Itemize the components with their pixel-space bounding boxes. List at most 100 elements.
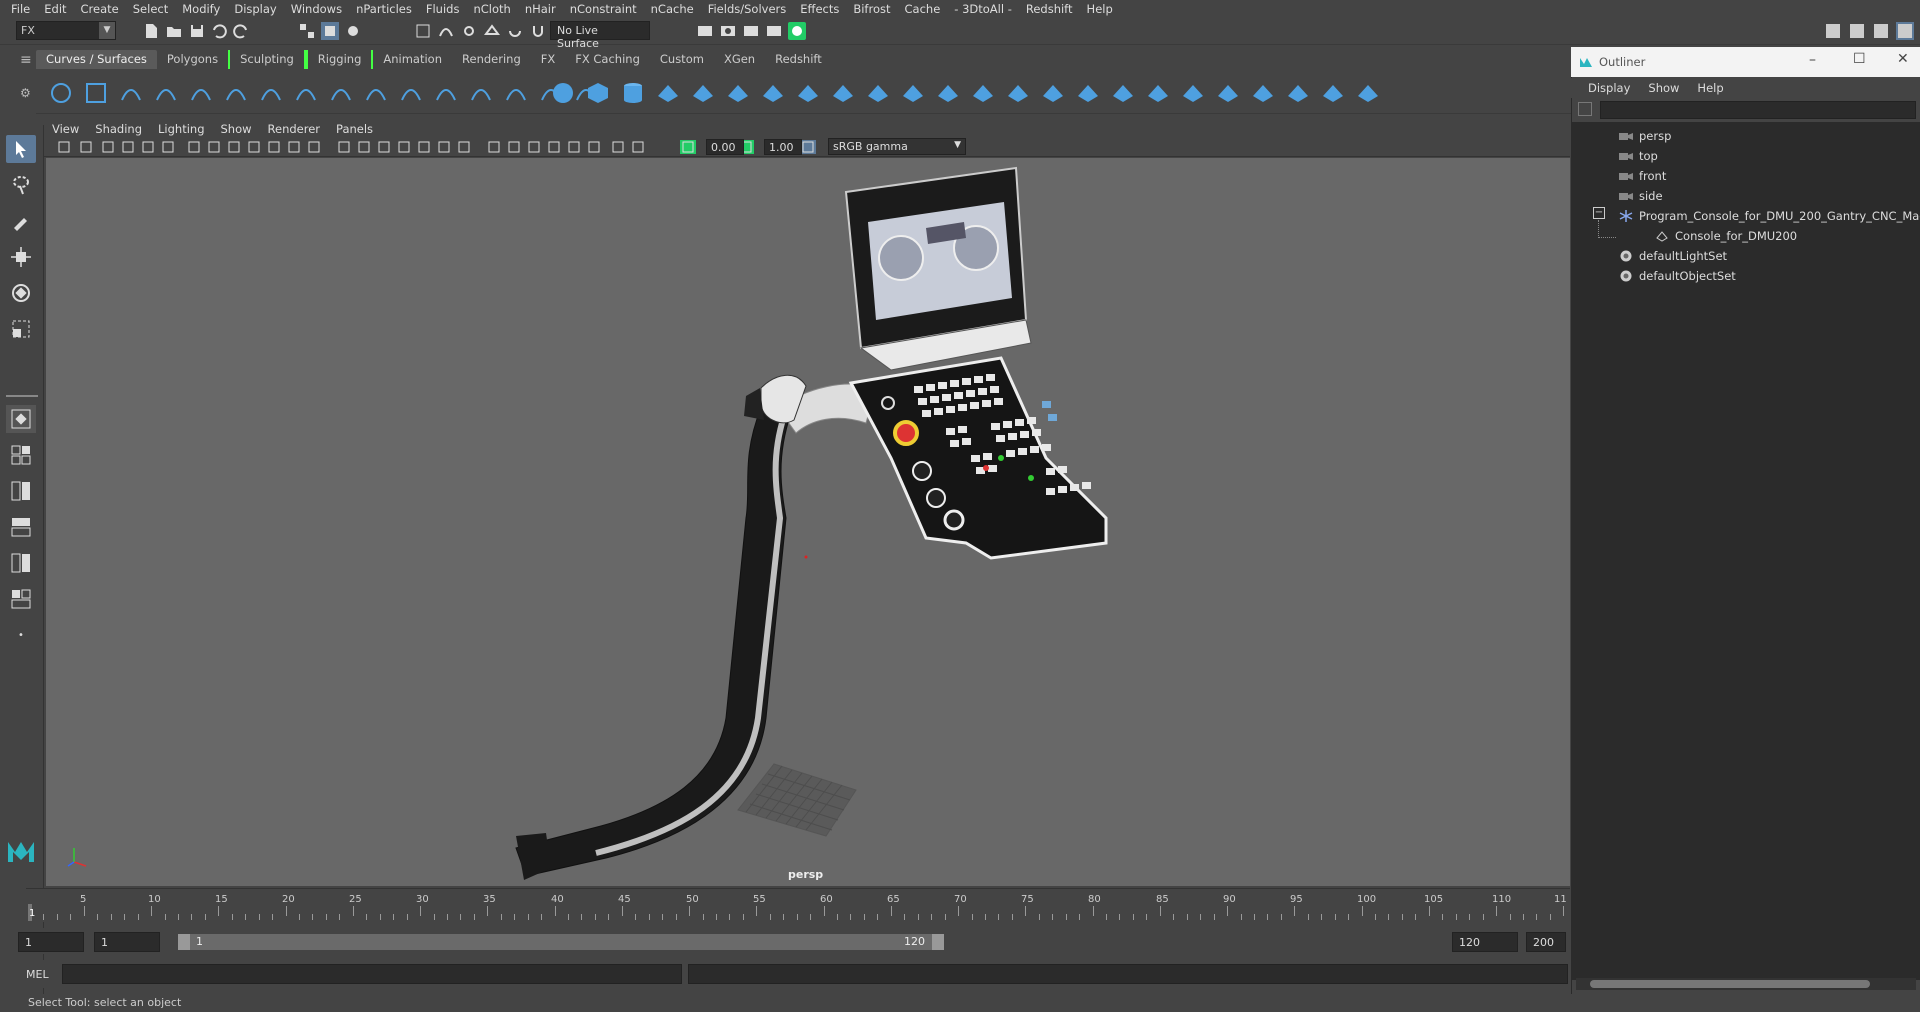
scrollbar-thumb[interactable] — [1590, 980, 1870, 988]
viewport-menu-panels[interactable]: Panels — [328, 122, 381, 136]
surface-extend-icon[interactable] — [1250, 80, 1276, 106]
render-frame-icon[interactable] — [719, 22, 737, 40]
snap-curve-icon[interactable] — [437, 22, 455, 40]
shelf-tab-rendering[interactable]: Rendering — [452, 50, 531, 69]
render-view-icon[interactable] — [765, 22, 783, 40]
sphere-icon[interactable] — [550, 80, 576, 106]
close-icon[interactable]: ✕ — [1897, 51, 1909, 67]
resolution-gate-icon[interactable] — [226, 140, 242, 154]
start-time-field[interactable]: 1 — [18, 932, 84, 952]
bookmarks-icon[interactable] — [100, 140, 116, 154]
curve-offset-icon[interactable] — [363, 80, 389, 106]
exposure-field[interactable]: 0.00 — [706, 139, 744, 155]
outliner-item-console-for-dmu200[interactable]: Console_for_DMU200 — [1655, 226, 1797, 246]
shelf-tab-redshift[interactable]: Redshift — [765, 50, 832, 69]
time-slider[interactable] — [26, 888, 1570, 922]
snap-magnet-icon[interactable] — [529, 22, 547, 40]
new-scene-icon[interactable] — [142, 22, 160, 40]
save-scene-icon[interactable] — [188, 22, 206, 40]
four-view-layout-icon[interactable] — [6, 441, 36, 469]
outliner-item-program-console-for-dmu-200-gantry-cnc-machine[interactable]: Program_Console_for_DMU_200_Gantry_CNC_M… — [1619, 206, 1920, 226]
snap-point-icon[interactable] — [460, 22, 478, 40]
redo-icon[interactable] — [232, 22, 250, 40]
extrude-icon[interactable] — [865, 80, 891, 106]
gamma-field[interactable]: 1.00 — [764, 139, 802, 155]
snap-grid-icon[interactable] — [414, 22, 432, 40]
outliner-item-defaultobjectset[interactable]: defaultObjectSet — [1619, 266, 1736, 286]
frame-all-icon[interactable] — [610, 140, 626, 154]
attribute-editor-toggle-icon[interactable] — [1848, 22, 1866, 40]
undo-icon[interactable] — [210, 22, 228, 40]
motion-blur-icon[interactable] — [526, 140, 542, 154]
torus-icon[interactable] — [725, 80, 751, 106]
bevel-icon[interactable] — [1005, 80, 1031, 106]
menu-ncloth[interactable]: nCloth — [466, 2, 517, 16]
menu-cache[interactable]: Cache — [898, 2, 948, 16]
smooth-shade-icon[interactable] — [356, 140, 372, 154]
select-component-icon[interactable] — [344, 22, 362, 40]
move-tool-icon[interactable] — [6, 243, 36, 271]
snap-view-plane-icon[interactable] — [483, 22, 501, 40]
menu-help[interactable]: Help — [1080, 2, 1120, 16]
select-tool-icon[interactable] — [6, 135, 36, 163]
range-start-handle[interactable] — [178, 934, 190, 950]
camera-attributes-icon[interactable] — [78, 140, 94, 154]
menu-modify[interactable]: Modify — [175, 2, 227, 16]
menu-edit[interactable]: Edit — [37, 2, 73, 16]
shelf-tab-sculpting[interactable]: Sculpting — [228, 50, 306, 69]
color-space-dropdown[interactable]: sRGB gamma ▼ — [828, 138, 966, 155]
grid-icon[interactable] — [186, 140, 202, 154]
viewport-menu-renderer[interactable]: Renderer — [260, 122, 329, 136]
menu-select[interactable]: Select — [126, 2, 175, 16]
menu-3dtoall[interactable]: - 3DtoAll - — [947, 2, 1019, 16]
ipr-render-icon[interactable] — [742, 22, 760, 40]
menu-effects[interactable]: Effects — [793, 2, 846, 16]
curve-attach-icon[interactable] — [433, 80, 459, 106]
trim-icon[interactable] — [1110, 80, 1136, 106]
shelf-menu-icon[interactable]: ≡ — [20, 52, 34, 68]
viewport-menu-lighting[interactable]: Lighting — [150, 122, 212, 136]
intersect-surface-icon[interactable] — [1040, 80, 1066, 106]
color-management-icon[interactable] — [800, 140, 816, 154]
field-chart-icon[interactable] — [266, 140, 282, 154]
outliner-item-front[interactable]: front — [1619, 166, 1666, 186]
cylinder-icon[interactable] — [620, 80, 646, 106]
cone-icon[interactable] — [655, 80, 681, 106]
snap-live-icon[interactable] — [506, 22, 524, 40]
ep-curve-icon[interactable] — [153, 80, 179, 106]
frame-selected-icon[interactable] — [630, 140, 646, 154]
image-plane-icon[interactable] — [120, 140, 136, 154]
viewport-menu-shading[interactable]: Shading — [87, 122, 150, 136]
menu-fields-solvers[interactable]: Fields/Solvers — [701, 2, 794, 16]
rebuild-curve-icon[interactable] — [398, 80, 424, 106]
single-view-layout-icon[interactable] — [6, 405, 36, 433]
menu-fluids[interactable]: Fluids — [419, 2, 467, 16]
use-default-material-icon[interactable] — [376, 140, 392, 154]
side-by-side-layout-icon[interactable] — [6, 477, 36, 505]
range-end-handle[interactable] — [932, 934, 944, 950]
viewport-menu-view[interactable]: View — [44, 122, 87, 136]
birail-icon[interactable] — [900, 80, 926, 106]
playback-end-field[interactable]: 120 — [1452, 932, 1518, 952]
viewport-menu-show[interactable]: Show — [213, 122, 260, 136]
shelf-tab-curves-surfaces[interactable]: Curves / Surfaces — [36, 50, 157, 69]
menu-ncache[interactable]: nCache — [644, 2, 701, 16]
menu-windows[interactable]: Windows — [284, 2, 349, 16]
select-hierarchy-icon[interactable] — [298, 22, 316, 40]
outliner-search-input[interactable] — [1600, 101, 1916, 119]
cv-curve-icon[interactable] — [118, 80, 144, 106]
exposure-toggle-icon[interactable] — [680, 140, 696, 154]
wireframe-on-shaded-icon[interactable] — [396, 140, 412, 154]
curve-detach-icon[interactable] — [468, 80, 494, 106]
collapse-icon[interactable]: − — [1593, 207, 1605, 219]
menu-nconstraint[interactable]: nConstraint — [563, 2, 644, 16]
square-surface-icon[interactable] — [970, 80, 996, 106]
toolbox-more-icon[interactable]: • — [6, 621, 36, 649]
project-curve-icon[interactable] — [1075, 80, 1101, 106]
plane-icon[interactable] — [690, 80, 716, 106]
menu-bifrost[interactable]: Bifrost — [846, 2, 897, 16]
safe-action-icon[interactable] — [286, 140, 302, 154]
viewport-persp[interactable] — [46, 158, 1570, 886]
maximize-icon[interactable]: ☐ — [1853, 51, 1866, 67]
shelf-tab-fx-caching[interactable]: FX Caching — [565, 50, 650, 69]
